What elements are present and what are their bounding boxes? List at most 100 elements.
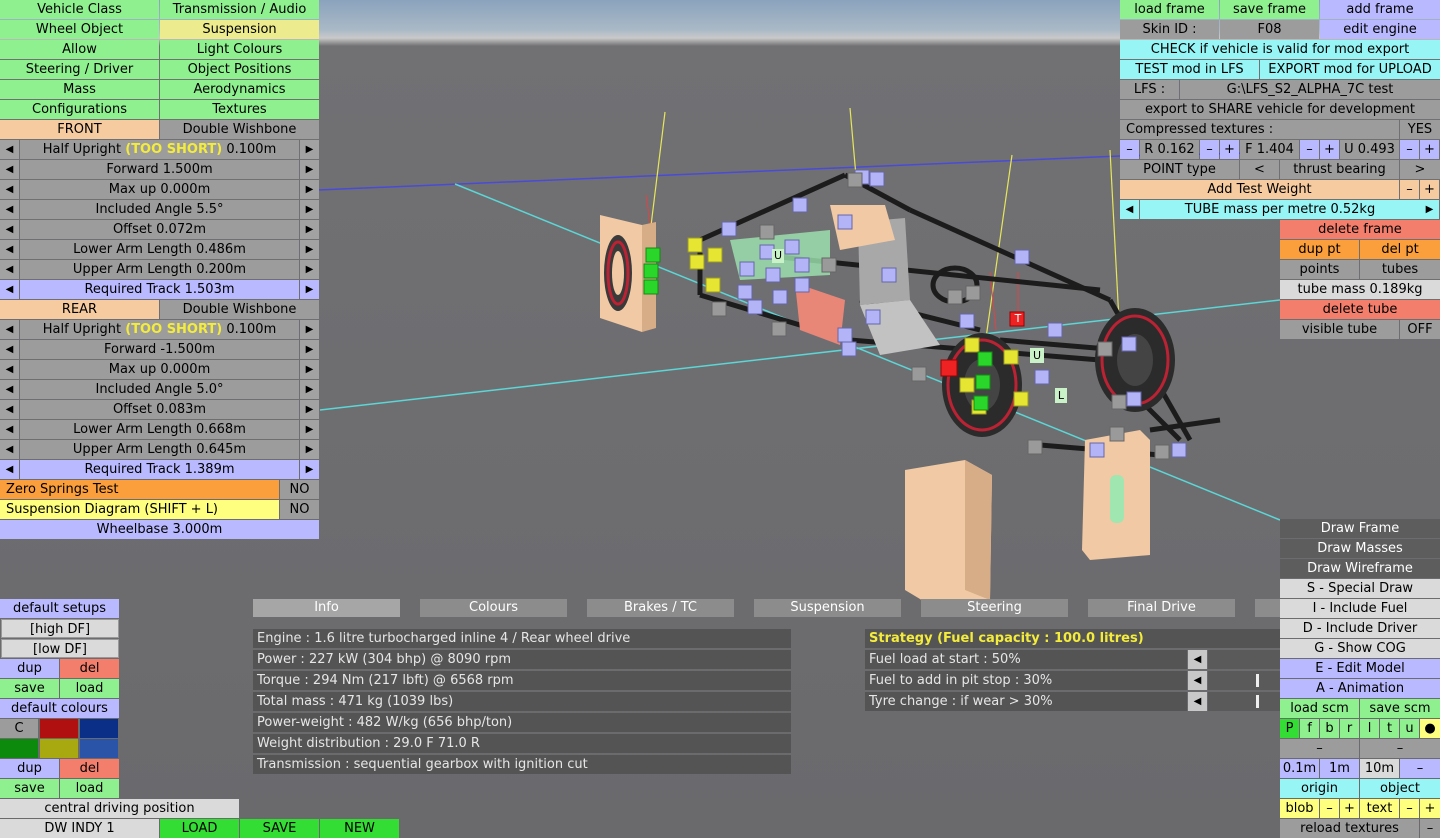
rear-offset-left-arrow[interactable]: ◀ [0, 400, 19, 419]
animation-button[interactable]: A - Animation [1280, 679, 1440, 698]
rear-suspension-type[interactable]: Double Wishbone [160, 300, 319, 319]
add-test-weight-button[interactable]: Add Test Weight [1120, 180, 1399, 199]
del-pt-button[interactable]: del pt [1360, 240, 1440, 259]
rear-lower-arm[interactable]: Lower Arm Length 0.668m [20, 420, 299, 439]
step-minus-button[interactable]: – [1400, 759, 1440, 778]
colour-save-button[interactable]: save [0, 779, 59, 798]
front-upper-arm-left-arrow[interactable]: ◀ [0, 260, 19, 279]
zero-springs-value[interactable]: NO [280, 480, 319, 499]
draw-frame-button[interactable]: Draw Frame [1280, 519, 1440, 538]
wheelbase[interactable]: Wheelbase 3.000m [0, 520, 319, 539]
view-p-button[interactable]: P [1280, 719, 1299, 738]
menu-allow[interactable]: Allow [0, 40, 159, 59]
show-cog-button[interactable]: G - Show COG [1280, 639, 1440, 658]
r-minus-button[interactable]: – [1120, 140, 1139, 159]
menu-mass[interactable]: Mass [0, 80, 159, 99]
u-plus-button[interactable]: + [1420, 140, 1439, 159]
rear-track-right-arrow[interactable]: ▶ [300, 460, 319, 479]
tubes-button[interactable]: tubes [1360, 260, 1440, 279]
menu-vehicle-class[interactable]: Vehicle Class [0, 0, 159, 19]
front-suspension-type[interactable]: Double Wishbone [160, 120, 319, 139]
skin-id-value[interactable]: F08 [1220, 20, 1319, 39]
export-mod-button[interactable]: EXPORT mod for UPLOAD [1260, 60, 1440, 79]
menu-steering-driver[interactable]: Steering / Driver [0, 60, 159, 79]
add-frame-button[interactable]: add frame [1320, 0, 1440, 19]
point-type-next[interactable]: > [1400, 160, 1440, 179]
object-button[interactable]: object [1360, 779, 1440, 798]
step-1m-button[interactable]: 1m [1320, 759, 1359, 778]
view-t-button[interactable]: t [1380, 719, 1399, 738]
load-frame-button[interactable]: load frame [1120, 0, 1219, 19]
rear-forward[interactable]: Forward -1.500m [20, 340, 299, 359]
rear-lower-arm-right-arrow[interactable]: ▶ [300, 420, 319, 439]
front-max-up-right-arrow[interactable]: ▶ [300, 180, 319, 199]
step-10m-button[interactable]: 10m [1360, 759, 1399, 778]
tyre-change-left-arrow[interactable]: ◀ [1188, 692, 1207, 711]
rear-included-angle-left-arrow[interactable]: ◀ [0, 380, 19, 399]
front-max-up-left-arrow[interactable]: ◀ [0, 180, 19, 199]
front-lower-arm-left-arrow[interactable]: ◀ [0, 240, 19, 259]
front-lower-arm-right-arrow[interactable]: ▶ [300, 240, 319, 259]
delete-frame-button[interactable]: delete frame [1280, 220, 1440, 239]
front-half-upright[interactable]: Half Upright (TOO SHORT) 0.100m [20, 140, 299, 159]
menu-light-colours[interactable]: Light Colours [160, 40, 319, 59]
tyre-change-slider-knob[interactable] [1256, 695, 1259, 708]
front-track-right-arrow[interactable]: ▶ [300, 280, 319, 299]
tube-mass-left-arrow[interactable]: ◀ [1120, 200, 1139, 219]
menu-suspension[interactable]: Suspension [160, 20, 319, 39]
f-minus-button[interactable]: – [1300, 140, 1319, 159]
setup-load-button[interactable]: load [60, 679, 119, 698]
rear-upper-arm-left-arrow[interactable]: ◀ [0, 440, 19, 459]
text-minus-button[interactable]: – [1400, 799, 1419, 818]
point-type-value[interactable]: thrust bearing [1280, 160, 1399, 179]
test-weight-minus[interactable]: – [1400, 180, 1419, 199]
special-draw-button[interactable]: S - Special Draw [1280, 579, 1440, 598]
tab-info[interactable]: Info [253, 599, 400, 617]
front-included-angle[interactable]: Included Angle 5.5° [20, 200, 299, 219]
point-type-prev[interactable]: < [1240, 160, 1279, 179]
compressed-textures-value[interactable]: YES [1400, 120, 1440, 139]
text-button[interactable]: text [1360, 799, 1399, 818]
setup-del-button[interactable]: del [60, 659, 119, 678]
view-f-button[interactable]: f [1300, 719, 1319, 738]
tab-suspension[interactable]: Suspension [754, 599, 901, 617]
default-setups-button[interactable]: default setups [0, 599, 119, 618]
lfs-path[interactable]: G:\LFS_S2_ALPHA_7C test [1180, 80, 1440, 99]
load-scm-button[interactable]: load scm [1280, 699, 1359, 718]
view-l-button[interactable]: l [1360, 719, 1379, 738]
r-value[interactable]: R 0.162 [1140, 140, 1199, 159]
u-value[interactable]: U 0.493 [1340, 140, 1399, 159]
front-upper-arm[interactable]: Upper Arm Length 0.200m [20, 260, 299, 279]
suspension-diagram-value[interactable]: NO [280, 500, 319, 519]
front-included-angle-left-arrow[interactable]: ◀ [0, 200, 19, 219]
fuel-start-left-arrow[interactable]: ◀ [1188, 650, 1207, 669]
rear-upper-arm-right-arrow[interactable]: ▶ [300, 440, 319, 459]
tab-overflow[interactable] [1255, 599, 1280, 617]
front-max-up[interactable]: Max up 0.000m [20, 180, 299, 199]
rear-lower-arm-left-arrow[interactable]: ◀ [0, 420, 19, 439]
draw-wireframe-button[interactable]: Draw Wireframe [1280, 559, 1440, 578]
rear-included-angle[interactable]: Included Angle 5.0° [20, 380, 299, 399]
reload-textures-button[interactable]: reload textures [1280, 819, 1419, 838]
new-car-button[interactable]: NEW [320, 819, 399, 838]
blob-button[interactable]: blob [1280, 799, 1319, 818]
front-half-upright-right-arrow[interactable]: ▶ [300, 140, 319, 159]
step-01m-button[interactable]: 0.1m [1280, 759, 1319, 778]
colour-swatch-blue[interactable] [80, 739, 118, 758]
default-colours-button[interactable]: default colours [0, 699, 119, 718]
f-plus-button[interactable]: + [1320, 140, 1339, 159]
high-df-setup[interactable]: [high DF] [1, 619, 119, 638]
view-b-button[interactable]: b [1320, 719, 1339, 738]
export-share-button[interactable]: export to SHARE vehicle for development [1120, 100, 1440, 119]
save-frame-button[interactable]: save frame [1220, 0, 1319, 19]
rear-included-angle-right-arrow[interactable]: ▶ [300, 380, 319, 399]
colour-swatch-red[interactable] [40, 719, 78, 738]
tube-mass-right-arrow[interactable]: ▶ [1420, 200, 1439, 219]
rear-max-up[interactable]: Max up 0.000m [20, 360, 299, 379]
tab-final-drive[interactable]: Final Drive [1088, 599, 1235, 617]
suspension-diagram[interactable]: Suspension Diagram (SHIFT + L) [0, 500, 279, 519]
tab-brakes-tc[interactable]: Brakes / TC [587, 599, 734, 617]
rear-max-up-right-arrow[interactable]: ▶ [300, 360, 319, 379]
rear-half-upright[interactable]: Half Upright (TOO SHORT) 0.100m [20, 320, 299, 339]
view-dot-button[interactable]: ● [1420, 719, 1440, 738]
